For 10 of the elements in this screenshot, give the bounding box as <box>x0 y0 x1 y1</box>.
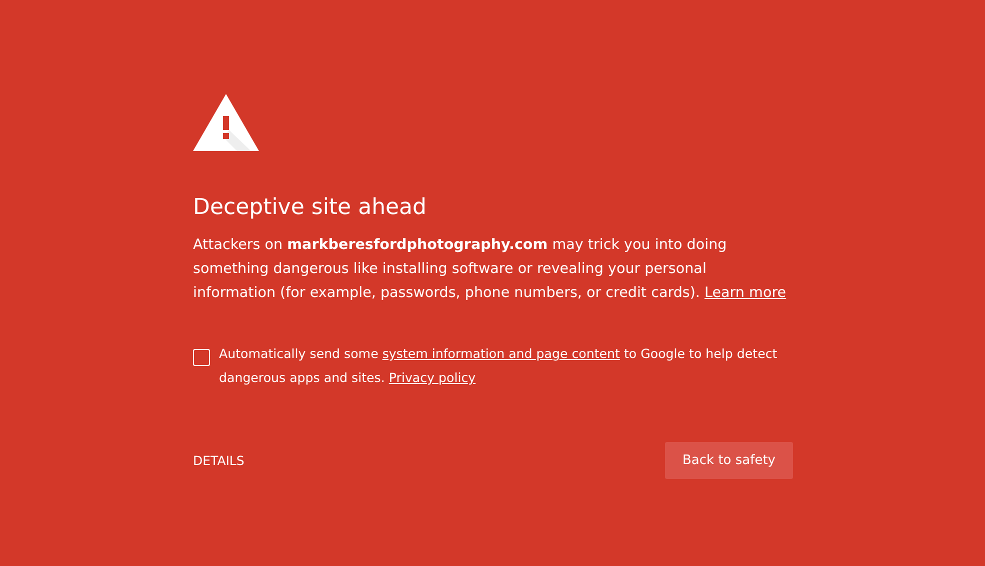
privacy-policy-link[interactable]: Privacy policy <box>388 370 476 385</box>
learn-more-link[interactable]: Learn more <box>704 285 786 301</box>
back-to-safety-button[interactable]: Back to safety <box>665 442 793 479</box>
consent-text: Automatically send some system information and page content to Google to help detect dangerous apps and sites. Privacy policy <box>219 345 778 387</box>
warning-icon <box>193 94 259 151</box>
page-heading: Deceptive site ahead <box>193 194 426 222</box>
details-button[interactable]: DETAILS <box>193 453 244 468</box>
system-info-link[interactable]: system information and page content <box>382 346 620 361</box>
warning-message: Attackers on markberesfordphotography.com may trick you into doing something dangerous like installing software or revealing your personal information (for example, passwords, phone numbers, or credit cards). Learn more <box>193 236 788 303</box>
consent-checkbox[interactable] <box>193 349 210 366</box>
